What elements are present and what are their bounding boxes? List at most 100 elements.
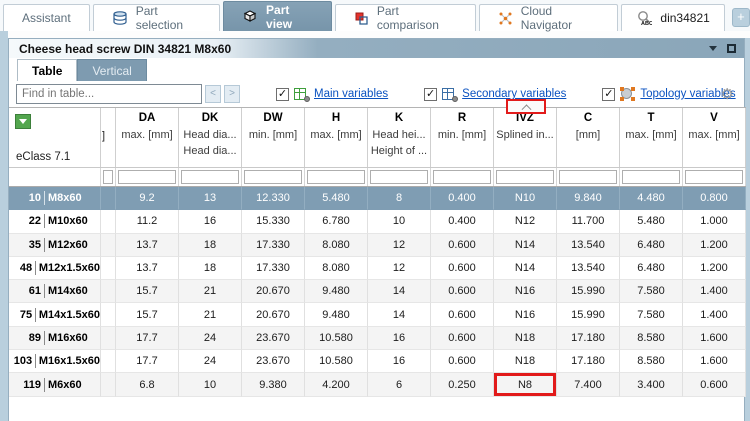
cell-DA[interactable]: 17.7: [116, 350, 179, 373]
cell-H[interactable]: 10.580: [305, 327, 368, 350]
gear-icon[interactable]: ⚙: [721, 85, 734, 103]
column-filter-input[interactable]: [433, 170, 491, 184]
cell-DA[interactable]: 17.7: [116, 327, 179, 350]
column-header-C[interactable]: C[mm]: [557, 108, 620, 167]
cell-DW[interactable]: 12.330: [242, 187, 305, 210]
column-filter-input[interactable]: [496, 170, 554, 184]
cell-V[interactable]: 1.600: [683, 350, 746, 373]
row-header[interactable]: 61M14x60: [9, 280, 101, 303]
column-filter-input[interactable]: [244, 170, 302, 184]
column-header-T[interactable]: Tmax. [mm]: [620, 108, 683, 167]
checkbox[interactable]: ✓: [276, 88, 289, 101]
column-filter-input[interactable]: [103, 170, 113, 184]
cell-V[interactable]: 1.200: [683, 234, 746, 257]
cell-C[interactable]: 13.540: [557, 234, 620, 257]
cell-DA[interactable]: 11.2: [116, 210, 179, 233]
cell-IVZ[interactable]: N10: [494, 187, 557, 210]
cell-T[interactable]: 6.480: [620, 257, 683, 280]
cell-DK[interactable]: 10: [179, 373, 242, 396]
cell-V[interactable]: 0.800: [683, 187, 746, 210]
cell-IVZ[interactable]: N16: [494, 280, 557, 303]
cell-DK[interactable]: 24: [179, 350, 242, 373]
cell-K[interactable]: 12: [368, 257, 431, 280]
cell-R[interactable]: 0.600: [431, 303, 494, 326]
cell-C[interactable]: 15.990: [557, 303, 620, 326]
cell-IVZ[interactable]: N14: [494, 257, 557, 280]
cell-K[interactable]: 10: [368, 210, 431, 233]
cell-T[interactable]: 3.400: [620, 373, 683, 396]
cell-H[interactable]: 9.480: [305, 303, 368, 326]
find-in-table-input[interactable]: [16, 84, 202, 104]
cell-C[interactable]: 9.840: [557, 187, 620, 210]
checkbox[interactable]: ✓: [602, 88, 615, 101]
cell-DA[interactable]: 13.7: [116, 234, 179, 257]
cell-T[interactable]: 7.580: [620, 280, 683, 303]
cell-DK[interactable]: 21: [179, 303, 242, 326]
cell-K[interactable]: 14: [368, 280, 431, 303]
cell-DA[interactable]: 15.7: [116, 303, 179, 326]
table-row[interactable]: 35M12x6013.71817.3308.080120.600N1413.54…: [9, 234, 746, 257]
table-row[interactable]: 10M8x609.21312.3305.48080.400N109.8404.4…: [9, 187, 746, 210]
checkbox[interactable]: ✓: [424, 88, 437, 101]
row-header[interactable]: 119M6x60: [9, 373, 101, 396]
cell-DA[interactable]: 9.2: [116, 187, 179, 210]
cell-V[interactable]: 1.400: [683, 303, 746, 326]
cell-V[interactable]: 1.400: [683, 280, 746, 303]
cell-R[interactable]: 0.600: [431, 234, 494, 257]
cell-R[interactable]: 0.400: [431, 210, 494, 233]
cell-V[interactable]: 0.600: [683, 373, 746, 396]
column-header-K[interactable]: KHead hei...Height of ...: [368, 108, 431, 167]
table-row[interactable]: 89M16x6017.72423.67010.580160.600N1817.1…: [9, 327, 746, 350]
cell-IVZ[interactable]: N14: [494, 234, 557, 257]
tab-assistant[interactable]: Assistant: [3, 4, 90, 31]
column-header-DA[interactable]: DAmax. [mm]: [116, 108, 179, 167]
cell-V[interactable]: 1.000: [683, 210, 746, 233]
cell-R[interactable]: 0.250: [431, 373, 494, 396]
column-header-DW[interactable]: DWmin. [mm]: [242, 108, 305, 167]
cell-T[interactable]: 7.580: [620, 303, 683, 326]
cell-T[interactable]: 4.480: [620, 187, 683, 210]
table-row[interactable]: 103M16x1.5x6017.72423.67010.580160.600N1…: [9, 350, 746, 373]
cell-H[interactable]: 9.480: [305, 280, 368, 303]
row-header[interactable]: 89M16x60: [9, 327, 101, 350]
row-header[interactable]: 103M16x1.5x60: [9, 350, 101, 373]
maximize-icon[interactable]: [727, 44, 736, 53]
cell-R[interactable]: 0.400: [431, 187, 494, 210]
cell-K[interactable]: 8: [368, 187, 431, 210]
tab-part-view[interactable]: Part view: [223, 1, 332, 31]
table-row[interactable]: 61M14x6015.72120.6709.480140.600N1615.99…: [9, 280, 746, 303]
cell-T[interactable]: 8.580: [620, 327, 683, 350]
cell-DK[interactable]: 18: [179, 257, 242, 280]
link-main-variables[interactable]: Main variables: [314, 88, 388, 100]
cell-IVZ[interactable]: N16: [494, 303, 557, 326]
column-header-H[interactable]: Hmax. [mm]: [305, 108, 368, 167]
tab-cloud-navigator[interactable]: Cloud Navigator: [479, 4, 619, 31]
table-row[interactable]: 48M12x1.5x6013.71817.3308.080120.600N141…: [9, 257, 746, 280]
cell-K[interactable]: 6: [368, 373, 431, 396]
cell-K[interactable]: 14: [368, 303, 431, 326]
column-filter-input[interactable]: [370, 170, 428, 184]
cell-H[interactable]: 8.080: [305, 234, 368, 257]
chevron-up-icon[interactable]: [521, 104, 531, 114]
subtab-table[interactable]: Table: [17, 59, 77, 81]
cell-H[interactable]: 5.480: [305, 187, 368, 210]
cell-C[interactable]: 7.400: [557, 373, 620, 396]
cell-R[interactable]: 0.600: [431, 257, 494, 280]
cell-V[interactable]: 1.200: [683, 257, 746, 280]
row-header[interactable]: 10M8x60: [9, 187, 101, 210]
find-previous-button[interactable]: <: [205, 85, 221, 103]
column-filter-input[interactable]: [559, 170, 617, 184]
cell-H[interactable]: 8.080: [305, 257, 368, 280]
cell-DW[interactable]: 23.670: [242, 327, 305, 350]
search-tab[interactable]: ABC din34821: [621, 4, 724, 31]
cell-C[interactable]: 13.540: [557, 257, 620, 280]
cell-DW[interactable]: 9.380: [242, 373, 305, 396]
cell-DK[interactable]: 21: [179, 280, 242, 303]
column-filter-input[interactable]: [181, 170, 239, 184]
cell-DA[interactable]: 15.7: [116, 280, 179, 303]
find-next-button[interactable]: >: [224, 85, 240, 103]
cell-H[interactable]: 6.780: [305, 210, 368, 233]
cell-R[interactable]: 0.600: [431, 280, 494, 303]
cell-DW[interactable]: 20.670: [242, 280, 305, 303]
table-row[interactable]: 119M6x606.8109.3804.20060.250N87.4003.40…: [9, 373, 746, 396]
